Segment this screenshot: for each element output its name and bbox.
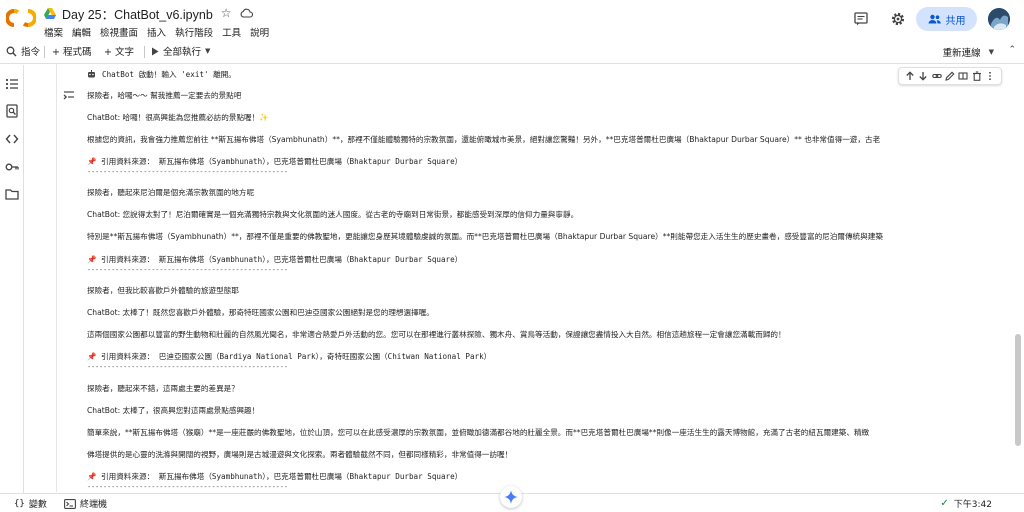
menu-tools[interactable]: 工具 xyxy=(222,25,241,39)
separator-line: ----------------------------------------… xyxy=(87,483,288,491)
bot-message-detail: 佛塔提供的是心靈的洗滌與開闊的視野，廣場則是古城漫遊與文化探索。兩者體驗截然不同… xyxy=(87,450,513,459)
bottom-status-bar: {} 變數 終端機 ✓ 下午3:42 xyxy=(0,486,1024,512)
app-header: Day 25：ChatBot_v6.ipynb ☆ 檔案 編輯 檢視畫面 插入 … xyxy=(0,0,1024,40)
move-cell-down-icon[interactable] xyxy=(918,71,928,81)
collapse-chevron-icon[interactable]: ⌃ xyxy=(1008,45,1016,55)
bot-message: ChatBot: 您說得太對了！尼泊爾確實是一個充滿獨特宗教與文化氛圍的迷人國度… xyxy=(87,210,579,219)
run-all-button[interactable]: 全部執行 ▼ xyxy=(151,44,210,58)
variables-label: 變數 xyxy=(28,500,47,510)
bot-message: ChatBot: 哈囉！很高興能為您推薦必訪的景點喔！✨ xyxy=(87,113,269,122)
code-snippets-icon[interactable] xyxy=(5,132,19,146)
menu-help[interactable]: 說明 xyxy=(250,25,269,39)
robot-icon xyxy=(88,70,95,78)
variables-braces-icon: {} xyxy=(14,498,25,509)
settings-gear-icon[interactable] xyxy=(890,11,906,27)
separator-line: ----------------------------------------… xyxy=(87,363,288,371)
star-icon[interactable]: ☆ xyxy=(221,6,232,20)
menu-insert[interactable]: 插入 xyxy=(147,25,166,39)
user-message: 探險者，聽起來尼泊爾是個充滿宗教氛圍的地方呢 xyxy=(87,188,255,197)
play-icon xyxy=(152,47,159,55)
user-message: 探險者，聽起來不錯，這兩處主要的差異是？ xyxy=(87,384,239,393)
menu-edit[interactable]: 編輯 xyxy=(72,25,91,39)
run-all-label: 全部執行 xyxy=(163,47,202,58)
edit-pencil-icon[interactable] xyxy=(945,71,955,81)
add-code-button[interactable]: + 程式碼 xyxy=(52,44,91,58)
chatbot-start-line: ChatBot 啟動！輸入 'exit' 離開。 xyxy=(87,70,236,80)
reconnect-button[interactable]: 重新連線 ▼ xyxy=(943,45,994,59)
check-icon: ✓ xyxy=(940,498,949,509)
cell-toolbar xyxy=(898,67,1002,85)
terminal-icon xyxy=(64,498,76,509)
user-message: 探險者，但我比較喜歡戶外體驗的旅遊型態耶 xyxy=(87,286,239,295)
chevron-down-icon[interactable]: ▼ xyxy=(989,48,994,56)
delete-trash-icon[interactable] xyxy=(972,71,982,81)
notebook-cell-area: ChatBot 啟動！輸入 'exit' 離開。 探險者，哈囉～～ 幫我推薦一定… xyxy=(56,64,1008,492)
search-icon xyxy=(6,46,17,56)
share-button[interactable]: 共用 xyxy=(916,7,977,31)
citation-line: 📌 引用資料來源： 斯瓦揚布佛塔（Syambhunath），巴克塔普爾杜巴廣場（… xyxy=(87,255,463,264)
variables-button[interactable]: {} 變數 xyxy=(14,497,47,511)
command-label: 指令 xyxy=(21,47,41,58)
colab-logo[interactable] xyxy=(6,9,36,27)
reconnect-label: 重新連線 xyxy=(942,48,981,59)
citation-line: 📌 引用資料來源： 斯瓦揚布佛塔（Syambhunath），巴克塔普爾杜巴廣場（… xyxy=(87,472,463,481)
gemini-sparkle-icon xyxy=(504,490,518,504)
share-label: 共用 xyxy=(945,15,966,27)
secrets-key-icon[interactable] xyxy=(5,160,19,174)
bot-message-detail: 這兩個國家公園都以豐富的野生動物和壯麗的自然風光聞名，非常適合熱愛戶外活動的您。… xyxy=(87,330,786,339)
menu-runtime[interactable]: 執行階段 xyxy=(175,25,213,39)
gemini-button[interactable] xyxy=(500,486,522,508)
find-replace-icon[interactable] xyxy=(5,104,19,118)
toolbar-divider xyxy=(144,46,145,58)
notebook-title[interactable]: Day 25：ChatBot_v6.ipynb xyxy=(62,4,213,23)
files-folder-icon[interactable] xyxy=(5,187,19,201)
notebook-toolbar: 指令 + 程式碼 + 文字 全部執行 ▼ 重新連線 ▼ ⌃ xyxy=(0,40,1024,64)
user-avatar[interactable] xyxy=(988,8,1010,30)
bot-message: ChatBot: 太棒了！既然您喜歡戶外體驗，那奇特旺國家公園和巴迪亞國家公園絕… xyxy=(87,308,434,317)
terminal-button[interactable]: 終端機 xyxy=(64,497,107,510)
bot-message: ChatBot: 太棒了，很高興您對這兩處景點感興趣！ xyxy=(87,406,260,415)
mirror-cell-icon[interactable] xyxy=(958,71,968,81)
bot-message-detail: 特別是**斯瓦揚布佛塔（Syambhunath）**，那裡不僅是重要的佛教聖地，… xyxy=(87,232,883,241)
google-drive-icon xyxy=(44,7,56,19)
menu-bar: 檔案 編輯 檢視畫面 插入 執行階段 工具 說明 xyxy=(44,25,269,39)
left-sidebar xyxy=(0,65,24,493)
time-label: 下午3:42 xyxy=(953,500,992,510)
user-message: 探險者，哈囉～～ 幫我推薦一定要去的景點吧 xyxy=(87,91,242,100)
menu-file[interactable]: 檔案 xyxy=(44,25,63,39)
status-time: ✓ 下午3:42 xyxy=(940,497,992,510)
table-of-contents-icon[interactable] xyxy=(5,77,19,91)
cloud-saved-icon[interactable] xyxy=(240,8,253,18)
link-icon[interactable] xyxy=(931,71,942,81)
add-text-button[interactable]: + 文字 xyxy=(104,44,134,58)
chevron-down-icon[interactable]: ▼ xyxy=(205,47,210,55)
more-options-icon[interactable] xyxy=(985,71,995,81)
bot-message-detail: 根據您的資訊，我會強力推薦您前往 **斯瓦揚布佛塔（Syambhunath）**… xyxy=(87,135,881,144)
toolbar-divider xyxy=(44,46,45,58)
move-cell-up-icon[interactable] xyxy=(905,71,915,81)
menu-view[interactable]: 檢視畫面 xyxy=(100,25,138,39)
citation-line: 📌 引用資料來源： 斯瓦揚布佛塔（Syambhunath），巴克塔普爾杜巴廣場（… xyxy=(87,157,463,166)
comment-icon[interactable] xyxy=(854,12,868,26)
terminal-label: 終端機 xyxy=(80,500,108,510)
vertical-scrollbar[interactable] xyxy=(1012,64,1024,492)
separator-line: ----------------------------------------… xyxy=(87,168,288,176)
start-text: ChatBot 啟動！輸入 'exit' 離開。 xyxy=(102,70,236,79)
citation-line: 📌 引用資料來源： 巴迪亞國家公園（Bardiya National Park）… xyxy=(87,352,492,361)
people-icon xyxy=(928,14,941,24)
output-actions-icon[interactable] xyxy=(63,91,75,101)
command-palette-button[interactable]: 指令 xyxy=(6,44,40,58)
scrollbar-thumb[interactable] xyxy=(1015,334,1021,446)
separator-line: ----------------------------------------… xyxy=(87,266,288,274)
cell-gutter xyxy=(56,64,57,492)
bot-message-detail: 簡單來說，**斯瓦揚布佛塔（猴廟）**是一座莊嚴的佛教聖地，位於山頂，您可以在此… xyxy=(87,428,870,437)
